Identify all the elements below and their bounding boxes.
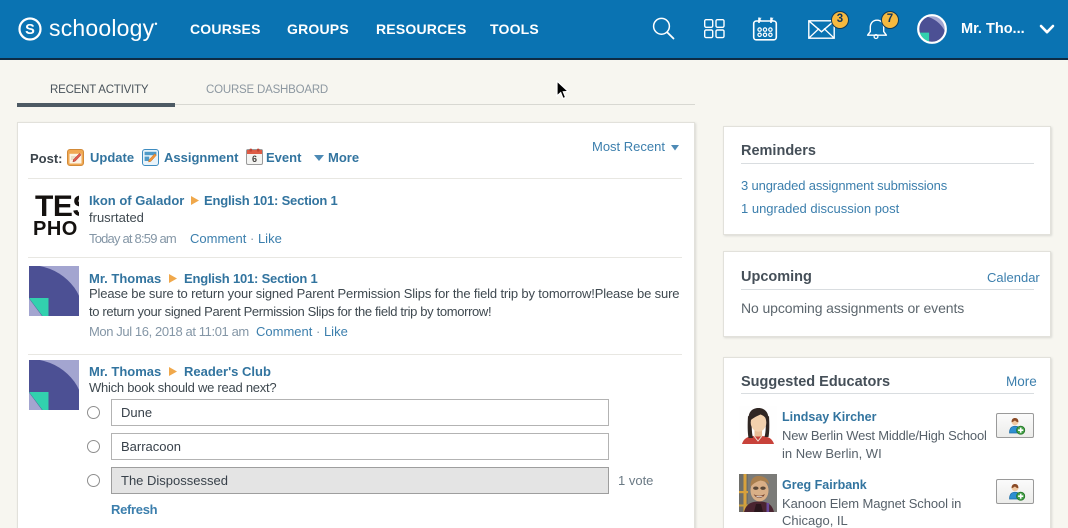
svg-text:6: 6 [252, 154, 257, 164]
svg-text:S: S [25, 22, 35, 38]
